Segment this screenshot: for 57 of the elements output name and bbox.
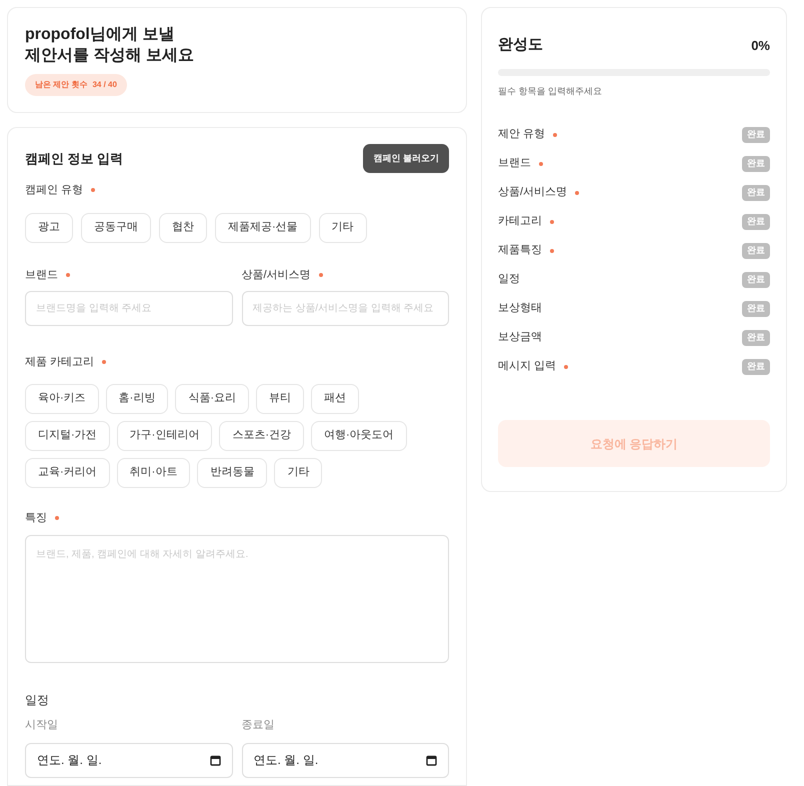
option-chip[interactable]: 뷰티 (256, 384, 304, 414)
date-field[interactable]: 연도. 월. 일. (25, 742, 232, 778)
calendar-icon[interactable] (210, 754, 220, 766)
checklist-label: 일정 (498, 272, 520, 288)
checklist-label: 제안 유형 (498, 127, 546, 142)
option-chip[interactable]: 교육·커리어 (25, 458, 110, 488)
option-chip[interactable]: 반려동물 (197, 458, 268, 488)
option-chip[interactable]: 디지털·가전 (25, 420, 110, 450)
quota-badge: 남은 제안 횟수 34 / 40 (25, 74, 127, 96)
option-chip[interactable]: 스포츠·건강 (219, 420, 304, 450)
checklist-label: 보상형태 (498, 301, 542, 316)
calendar-icon[interactable] (426, 754, 437, 766)
option-chip[interactable]: 홈·리빙 (106, 384, 168, 414)
field-label: 상품/서비스명 (242, 268, 311, 282)
field-label: 캠페인 유형 (25, 183, 84, 198)
checklist-label: 메시지 입력 (498, 359, 556, 374)
option-chip[interactable]: 협찬 (159, 212, 207, 242)
option-chip[interactable]: 기타 (274, 458, 322, 488)
field-label: 브랜드 (25, 268, 58, 282)
checklist-label: 카테고리 (498, 214, 542, 230)
status-badge: 완료 (742, 272, 770, 288)
date-value: 연도. 월. 일. (254, 752, 318, 769)
page-title: propofol님에게 보낼 제안서를 작성해 보세요 (25, 25, 195, 66)
status-badge: 완료 (742, 330, 770, 346)
progress-hint: 필수 항목을 입력해주세요 (498, 84, 602, 98)
status-badge: 완료 (742, 156, 770, 172)
field-label: 제품 카테고리 (25, 355, 94, 370)
status-badge: 완료 (742, 126, 770, 142)
progress-percent: 0% (751, 36, 770, 54)
schedule-label: 일정 (25, 692, 49, 709)
load-campaign-button[interactable]: 캠페인 불러오기 (363, 144, 449, 173)
status-badge: 완료 (742, 214, 770, 230)
checklist-label: 상품/서비스명 (498, 185, 568, 200)
date-field[interactable]: 연도. 월. 일. (242, 742, 449, 778)
option-chip[interactable]: 여행·아웃도어 (311, 420, 407, 450)
start-date-label: 시작일 (25, 718, 58, 733)
section-title: 캠페인 정보 입력 (25, 150, 124, 168)
status-badge: 완료 (742, 184, 770, 200)
option-chip[interactable]: 취미·아트 (116, 458, 190, 488)
date-value: 연도. 월. 일. (37, 752, 102, 769)
status-badge: 완료 (742, 358, 770, 374)
option-chip[interactable]: 제품제공·선물 (215, 212, 311, 242)
option-chip[interactable]: 식품·요리 (175, 384, 250, 414)
end-date-label: 종료일 (242, 718, 274, 733)
checklist-label: 제품특징 (498, 243, 542, 258)
option-chip[interactable]: 가구·인테리어 (116, 420, 212, 450)
status-badge: 완료 (742, 300, 770, 316)
checklist-label: 브랜드 (498, 156, 531, 172)
progress-title: 완성도 (498, 35, 543, 55)
checklist-label: 보상금액 (498, 330, 542, 346)
field-label: 특징 (25, 510, 47, 526)
option-chip[interactable]: 패션 (311, 384, 360, 414)
option-chip[interactable]: 기타 (318, 212, 367, 242)
status-badge: 완료 (742, 242, 770, 258)
option-chip[interactable]: 광고 (25, 212, 73, 242)
option-chip[interactable]: 공동구매 (81, 212, 151, 242)
option-chip[interactable]: 육아·키즈 (25, 384, 99, 414)
